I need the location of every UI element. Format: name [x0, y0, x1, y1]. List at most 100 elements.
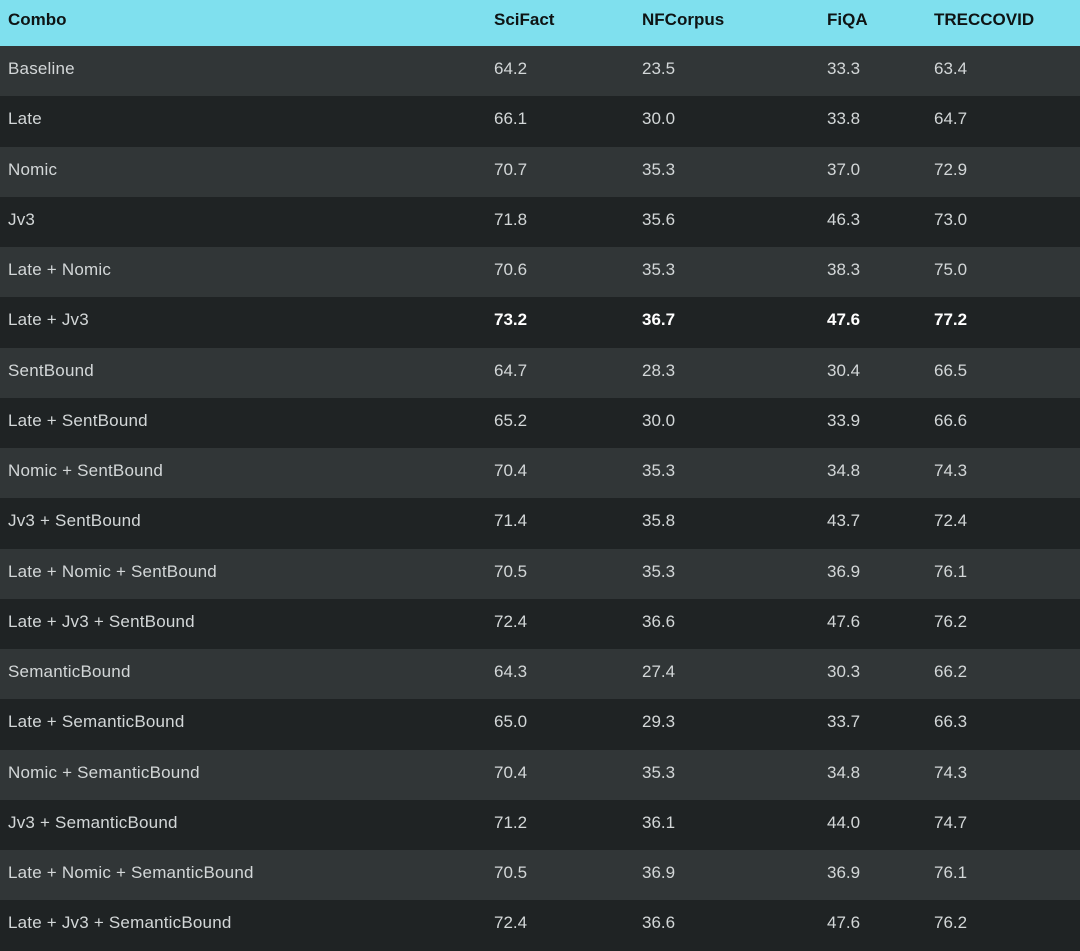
- table-row: Late + Nomic + SentBound 70.5 35.3 36.9 76.1: [0, 548, 1080, 599]
- scifact-cell: 71.8: [494, 209, 528, 229]
- scifact-cell: 70.5: [494, 863, 528, 883]
- scifact-cell: 65.2: [494, 410, 528, 430]
- nfcorpus-cell: 36.7: [642, 310, 676, 330]
- nfcorpus-cell: 27.4: [642, 662, 676, 682]
- nfcorpus-cell: 35.3: [642, 561, 676, 581]
- scifact-cell: 72.4: [494, 611, 528, 631]
- table-row: Jv3 + SemanticBound 71.2 36.1 44.0 74.7: [0, 799, 1080, 850]
- treccovid-cell: 63.4: [934, 59, 968, 79]
- combo-cell: Baseline: [8, 59, 75, 79]
- fiqa-cell: 36.9: [827, 863, 861, 883]
- combo-cell: Late + Nomic: [8, 260, 112, 280]
- fiqa-cell: 37.0: [827, 159, 861, 179]
- fiqa-cell: 34.8: [827, 762, 861, 782]
- treccovid-cell: 74.3: [934, 762, 968, 782]
- fiqa-cell: 30.3: [827, 662, 861, 682]
- table-row: SentBound 64.7 28.3 30.4 66.5: [0, 347, 1080, 398]
- table-row: Late 66.1 30.0 33.8 64.7: [0, 96, 1080, 147]
- table-row: Late + Jv3 + SentBound 72.4 36.6 47.6 76.2: [0, 598, 1080, 649]
- table-row: Late + Nomic 70.6 35.3 38.3 75.0: [0, 247, 1080, 298]
- fiqa-cell: 46.3: [827, 209, 861, 229]
- treccovid-cell: 74.3: [934, 461, 968, 481]
- treccovid-cell: 76.1: [934, 561, 968, 581]
- combo-cell: Nomic + SemanticBound: [8, 762, 200, 782]
- table-row: Nomic + SemanticBound 70.4 35.3 34.8 74.3: [0, 749, 1080, 800]
- combo-cell: Late + Jv3 + SentBound: [8, 611, 195, 631]
- nfcorpus-cell: 30.0: [642, 410, 676, 430]
- nfcorpus-cell: 35.3: [642, 260, 676, 280]
- nfcorpus-cell: 36.6: [642, 913, 676, 933]
- table-row: SemanticBound 64.3 27.4 30.3 66.2: [0, 649, 1080, 700]
- scifact-cell: 70.4: [494, 762, 528, 782]
- header-treccovid: TRECCOVID: [934, 10, 1035, 29]
- scifact-cell: 70.5: [494, 561, 528, 581]
- table-row: Jv3 71.8 35.6 46.3 73.0: [0, 196, 1080, 247]
- treccovid-cell: 66.6: [934, 410, 968, 430]
- combo-cell: Late: [8, 109, 42, 129]
- fiqa-cell: 43.7: [827, 511, 861, 531]
- fiqa-cell: 33.9: [827, 410, 861, 430]
- nfcorpus-cell: 35.8: [642, 511, 676, 531]
- treccovid-cell: 76.1: [934, 863, 968, 883]
- treccovid-cell: 74.7: [934, 812, 968, 832]
- scifact-cell: 70.4: [494, 461, 528, 481]
- combo-cell: Late + Nomic + SemanticBound: [8, 863, 254, 883]
- scifact-cell: 65.0: [494, 712, 528, 732]
- scifact-cell: 64.7: [494, 360, 528, 380]
- fiqa-cell: 47.6: [827, 913, 861, 933]
- scifact-cell: 64.2: [494, 59, 528, 79]
- fiqa-cell: 44.0: [827, 812, 861, 832]
- fiqa-cell: 36.9: [827, 561, 861, 581]
- combo-cell: Jv3 + SentBound: [8, 511, 141, 531]
- treccovid-cell: 76.2: [934, 913, 968, 933]
- nfcorpus-cell: 36.9: [642, 863, 676, 883]
- scifact-cell: 70.7: [494, 159, 528, 179]
- header-nfcorpus: NFCorpus: [642, 10, 725, 29]
- nfcorpus-cell: 35.3: [642, 762, 676, 782]
- table-row: Late + Nomic + SemanticBound 70.5 36.9 36.9…: [0, 850, 1080, 901]
- fiqa-cell: 47.6: [827, 611, 861, 631]
- header-scifact: SciFact: [494, 10, 555, 29]
- fiqa-cell: 33.8: [827, 109, 861, 129]
- fiqa-cell: 34.8: [827, 461, 861, 481]
- nfcorpus-cell: 28.3: [642, 360, 676, 380]
- fiqa-cell: 38.3: [827, 260, 861, 280]
- combo-cell: SemanticBound: [8, 662, 131, 682]
- combo-cell: Late + Jv3: [8, 310, 89, 330]
- treccovid-cell: 75.0: [934, 260, 968, 280]
- scifact-cell: 70.6: [494, 260, 528, 280]
- treccovid-cell: 72.4: [934, 511, 968, 531]
- table-row: Baseline 64.2 23.5 33.3 63.4: [0, 46, 1080, 97]
- table-row: Late + SentBound 65.2 30.0 33.9 66.6: [0, 397, 1080, 448]
- treccovid-cell: 76.2: [934, 611, 968, 631]
- table-header: Combo SciFact NFCorpus FiQA TRECCOVID: [0, 0, 1080, 46]
- nfcorpus-cell: 30.0: [642, 109, 676, 129]
- treccovid-cell: 73.0: [934, 209, 968, 229]
- nfcorpus-cell: 36.6: [642, 611, 676, 631]
- nfcorpus-cell: 35.3: [642, 159, 676, 179]
- combo-cell: Late + SemanticBound: [8, 712, 185, 732]
- table-row: Jv3 + SentBound 71.4 35.8 43.7 72.4: [0, 498, 1080, 549]
- scifact-cell: 71.4: [494, 511, 528, 531]
- combo-cell: Late + Jv3 + SemanticBound: [8, 913, 232, 933]
- scifact-cell: 66.1: [494, 109, 528, 129]
- table-row: Nomic + SentBound 70.4 35.3 34.8 74.3: [0, 448, 1080, 499]
- scifact-cell: 73.2: [494, 310, 528, 330]
- scifact-cell: 64.3: [494, 662, 528, 682]
- header-combo: Combo: [8, 10, 67, 29]
- treccovid-cell: 66.2: [934, 662, 968, 682]
- nfcorpus-cell: 29.3: [642, 712, 676, 732]
- treccovid-cell: 72.9: [934, 159, 968, 179]
- table-row: Late + SemanticBound 65.0 29.3 33.7 66.3: [0, 699, 1080, 750]
- table-row: Late + Jv3 + SemanticBound 72.4 36.6 47.6 76…: [0, 900, 1080, 951]
- nfcorpus-cell: 35.6: [642, 209, 676, 229]
- fiqa-cell: 47.6: [827, 310, 861, 330]
- combo-cell: Jv3: [8, 209, 36, 229]
- table-body: Baseline 64.2 23.5 33.3 63.4 Late 66.1 30.0 33.8…: [0, 46, 1080, 951]
- combo-cell: Nomic: [8, 159, 58, 179]
- results-table: Combo SciFact NFCorpus FiQA TRECCOVID Ba…: [0, 0, 1080, 951]
- table-row: Nomic 70.7 35.3 37.0 72.9: [0, 146, 1080, 197]
- fiqa-cell: 30.4: [827, 360, 861, 380]
- fiqa-cell: 33.3: [827, 59, 861, 79]
- treccovid-cell: 64.7: [934, 109, 968, 129]
